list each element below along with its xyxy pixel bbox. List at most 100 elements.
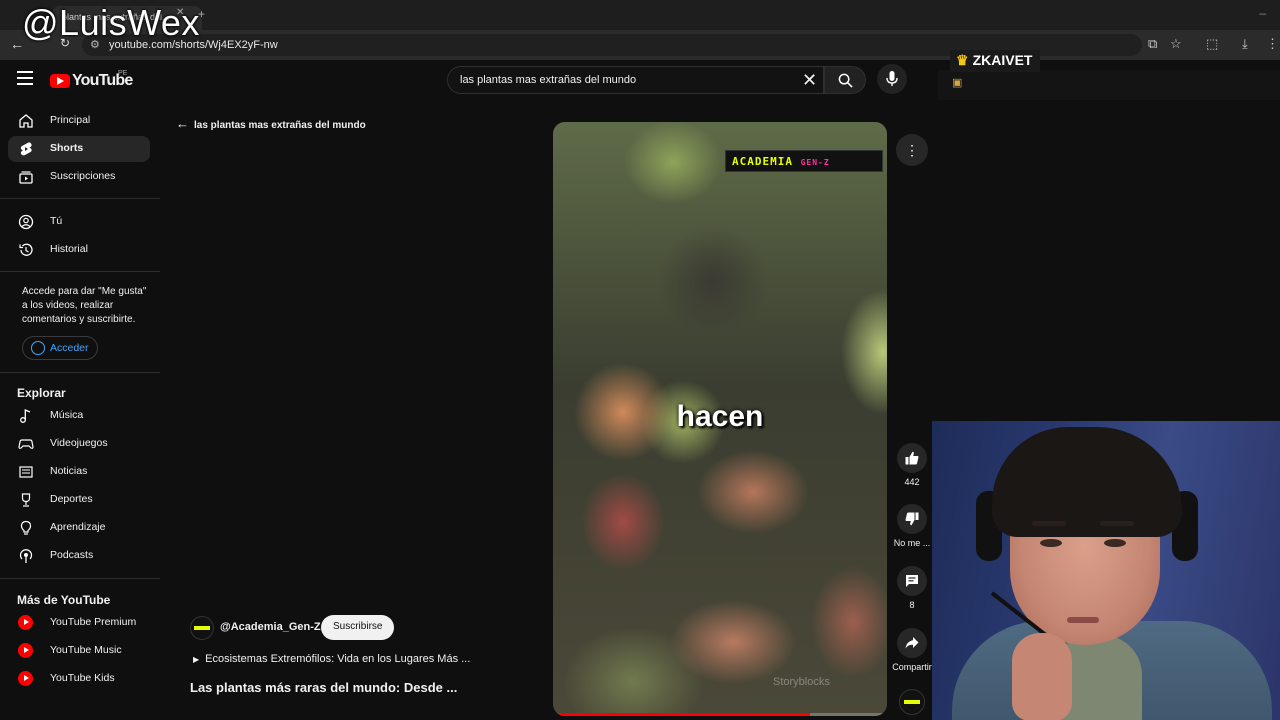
youtube-play-icon [50,74,70,88]
webcam-brow-right [1100,521,1134,526]
stock-watermark: Storyblocks [773,676,830,688]
overlay-badge-text: ZKAIVET [972,52,1033,68]
share-label: Compartir [892,662,932,672]
sidebar-item-label: Podcasts [50,549,94,561]
webcam-eye-left [1040,539,1062,547]
youtube-music-icon [18,643,33,658]
like-button[interactable]: 442 [892,443,932,487]
channel-logo-main: ACADEMIA [732,155,793,168]
thumbs-up-icon [905,451,919,465]
sidebar-item-label: Principal [50,114,91,126]
search-input[interactable]: las plantas mas extrañas del mundo ✕ [447,66,824,94]
webcam-brow-left [1032,521,1066,526]
sidebar-item-shorts[interactable]: Shorts [8,136,150,162]
sidebar-item-label: Shorts [50,142,84,154]
sidebar-item-youtube-kids[interactable]: YouTube Kids [8,666,150,692]
dislike-label: No me ... [893,538,931,548]
podcast-icon [19,549,33,563]
channel-name[interactable]: @Academia_Gen-Z [220,621,321,633]
crown-icon: ♛ [956,52,969,68]
back-link-label: las plantas mas extrañas del mundo [194,120,366,131]
sidebar-item-musica[interactable]: Música [8,403,150,429]
back-arrow-icon: ← [176,116,189,131]
signin-button[interactable]: Acceder [22,336,98,360]
explore-section-title: Explorar [17,386,66,400]
webcam-mouth [1067,617,1099,623]
sidebar-item-noticias[interactable]: Noticias [8,459,150,485]
webcam-hand [1012,633,1072,720]
signin-prompt: Accede para dar "Me gusta" a los videos,… [22,286,147,325]
home-icon [19,114,33,128]
trophy-icon [21,493,31,507]
install-app-icon[interactable]: ⧉ [1148,36,1157,52]
extensions-icon[interactable]: ⬚ [1206,36,1218,52]
stream-overlay-badge: ♛ ZKAIVET [950,50,1041,72]
sidebar-item-label: Deportes [50,493,93,505]
overlay-emote-icon: ▣ [952,77,963,89]
sidebar-divider [0,372,160,373]
more-options-button[interactable]: ⋮ [896,134,928,166]
microphone-icon [886,71,898,86]
shorts-video-player[interactable]: ACADEMIA GEN-Z hacen Storyblocks [553,122,887,716]
channel-avatar[interactable] [190,616,214,640]
sidebar-item-suscripciones[interactable]: Suscripciones [8,164,150,190]
youtube-premium-icon [18,615,33,630]
history-icon [19,243,33,256]
sidebar-divider [0,578,160,579]
news-icon [19,466,33,478]
comments-button[interactable]: 8 [892,566,932,610]
sidebar-item-label: Noticias [50,465,88,477]
webcam-hair [992,427,1182,537]
share-icon [905,637,919,649]
sidebar-item-youtube-premium[interactable]: YouTube Premium [8,610,150,636]
playlist-link[interactable]: ▶ Ecosistemas Extremófilos: Vida en los L… [193,653,470,665]
video-progress-bar[interactable] [553,713,887,716]
sidebar-item-historial[interactable]: Historial [8,237,150,263]
share-button[interactable]: Compartir [892,628,932,672]
subscribe-button[interactable]: Suscribirse [321,615,395,640]
signin-button-label: Acceder [50,342,89,354]
sidebar-divider [0,271,160,272]
channel-logo-sub: GEN-Z [800,158,830,167]
youtube-kids-icon [18,671,33,686]
sidebar-item-deportes[interactable]: Deportes [8,487,150,513]
lightbulb-icon [20,520,32,535]
bookmark-star-icon[interactable]: ☆ [1170,36,1182,52]
browser-menu-icon[interactable]: ⋮ [1266,36,1279,52]
dislike-button[interactable]: No me ... [892,504,932,548]
search-button[interactable] [824,66,866,94]
user-icon [18,214,34,230]
sidebar-item-label: Suscripciones [50,170,116,182]
sidebar-item-podcasts[interactable]: Podcasts [8,543,150,569]
more-youtube-section-title: Más de YouTube [17,593,111,607]
download-icon[interactable]: ⤓ [1242,36,1248,52]
sidebar-item-videojuegos[interactable]: Videojuegos [8,431,150,457]
video-title[interactable]: Las plantas más raras del mundo: Desde .… [190,680,457,695]
sidebar-item-aprendizaje[interactable]: Aprendizaje [8,515,150,541]
video-channel-logo: ACADEMIA GEN-Z [725,150,883,172]
menu-icon[interactable] [17,71,33,85]
sidebar-item-label: YouTube Kids [50,672,115,684]
sidebar-item-label: Música [50,409,84,421]
account-circle-icon [31,341,45,355]
music-icon [20,409,31,423]
search-query: las plantas mas extrañas del mundo [460,74,637,86]
sidebar-item-label: YouTube Music [50,644,122,656]
webcam-eye-right [1104,539,1126,547]
sidebar-item-principal[interactable]: Principal [8,108,150,134]
webcam-overlay [932,421,1280,720]
clear-search-icon[interactable]: ✕ [802,70,817,91]
subscriptions-icon [19,171,33,184]
sidebar-item-tu[interactable]: Tú [8,209,150,235]
sound-source-avatar[interactable] [899,689,925,715]
search-icon [838,73,853,88]
country-code: PE [118,70,128,77]
comment-count: 8 [909,600,915,610]
gaming-icon [18,439,34,449]
video-caption: hacen [676,400,764,433]
stream-overlay-panel: ▣ [938,70,1280,100]
voice-search-button[interactable] [877,64,907,94]
back-to-search-link[interactable]: ← las plantas mas extrañas del mundo [176,116,366,131]
sidebar-item-youtube-music[interactable]: YouTube Music [8,638,150,664]
minimize-icon[interactable]: – [1259,6,1266,20]
